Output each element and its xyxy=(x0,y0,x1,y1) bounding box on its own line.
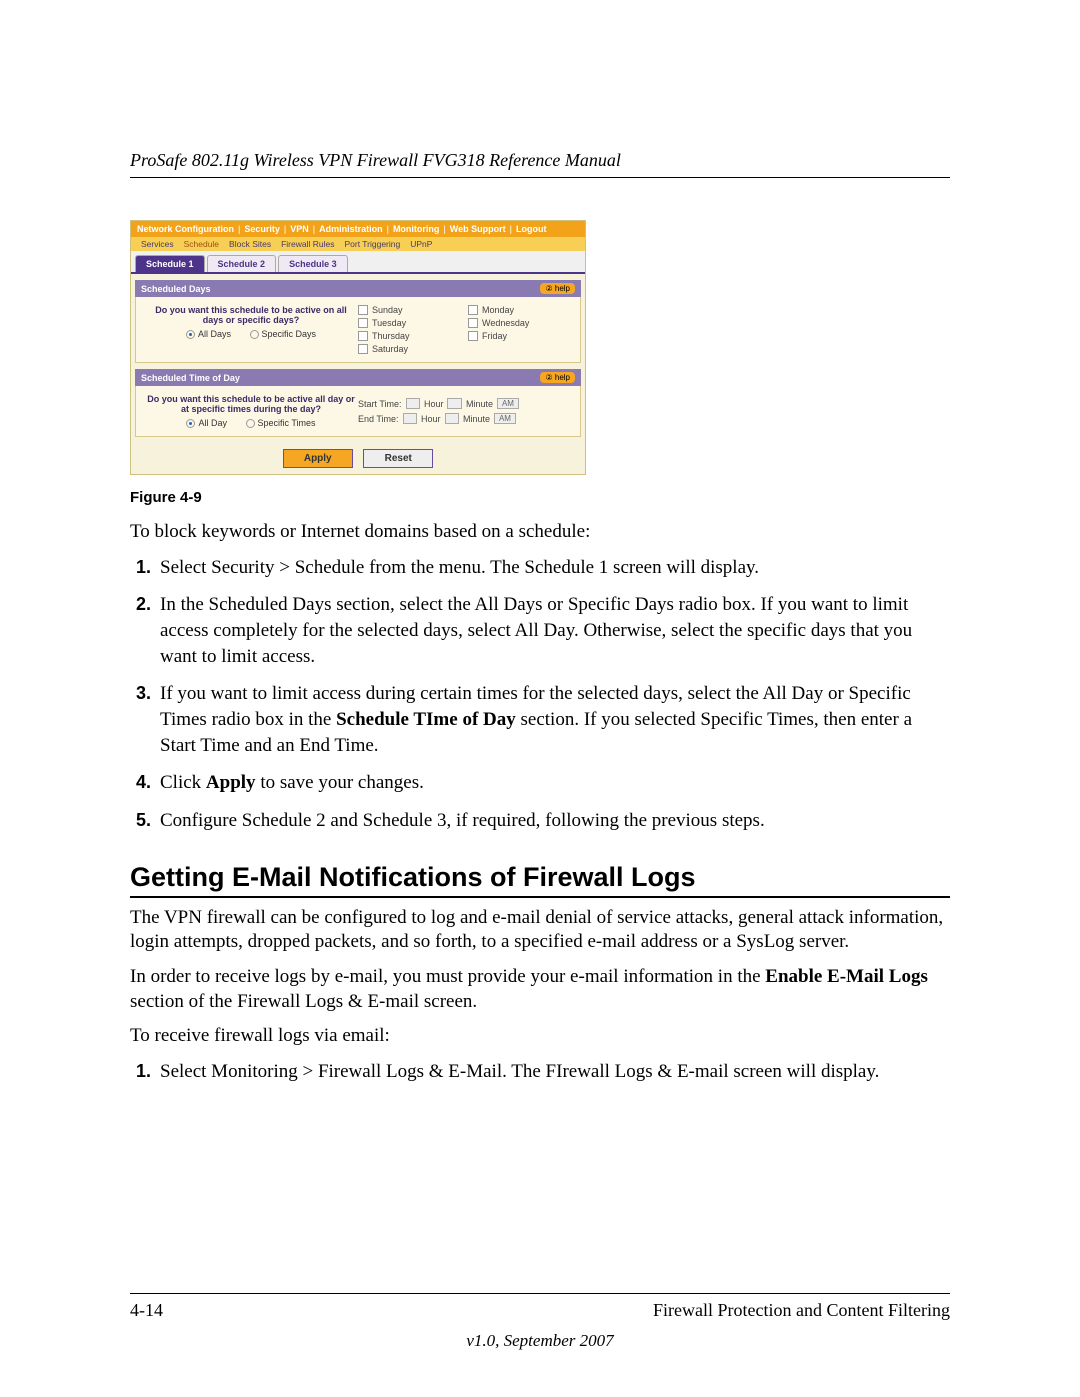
help-link-days[interactable]: ② help xyxy=(540,283,575,294)
email-para-1: The VPN firewall can be configured to lo… xyxy=(130,906,950,955)
nav-item-logout[interactable]: Logout xyxy=(516,224,547,234)
tab-schedule-3[interactable]: Schedule 3 xyxy=(278,255,348,272)
end-ampm-select[interactable]: AM xyxy=(494,413,516,424)
all-day-radio[interactable]: All Day xyxy=(186,418,227,428)
chk-monday[interactable]: Monday xyxy=(468,305,572,315)
step-5: Configure Schedule 2 and Schedule 3, if … xyxy=(156,808,950,834)
nav-item-network[interactable]: Network Configuration xyxy=(137,224,234,234)
tab-schedule-2[interactable]: Schedule 2 xyxy=(207,255,277,272)
subnav-upnp[interactable]: UPnP xyxy=(410,239,432,249)
end-hour-select[interactable] xyxy=(403,413,417,424)
help-link-time[interactable]: ② help xyxy=(540,372,575,383)
manual-page: ProSafe 802.11g Wireless VPN Firewall FV… xyxy=(0,0,1080,1397)
apply-button[interactable]: Apply xyxy=(283,449,353,468)
main-nav-bar: Network Configuration| Security| VPN| Ad… xyxy=(131,221,585,237)
time-question: Do you want this schedule to be active a… xyxy=(144,394,358,414)
scheduled-days-header: Scheduled Days ② help xyxy=(135,280,581,297)
step-4: Click Apply to save your changes. xyxy=(156,770,950,796)
subnav-firewall[interactable]: Firewall Rules xyxy=(281,239,334,249)
chapter-title: Firewall Protection and Content Filterin… xyxy=(653,1300,950,1321)
step-2: In the Scheduled Days section, select th… xyxy=(156,592,950,669)
specific-times-radio[interactable]: Specific Times xyxy=(246,418,316,428)
subnav-blocksites[interactable]: Block Sites xyxy=(229,239,271,249)
email-steps-list: Select Monitoring > Firewall Logs & E-Ma… xyxy=(130,1059,950,1085)
figure-caption: Figure 4-9 xyxy=(130,489,950,506)
email-para-3: To receive firewall logs via email: xyxy=(130,1024,950,1049)
email-para-2: In order to receive logs by e-mail, you … xyxy=(130,965,950,1014)
schedule-screenshot: Network Configuration| Security| VPN| Ad… xyxy=(130,220,586,475)
subnav-services[interactable]: Services xyxy=(141,239,174,249)
chk-tuesday[interactable]: Tuesday xyxy=(358,318,462,328)
subnav-porttrig[interactable]: Port Triggering xyxy=(344,239,400,249)
step-3: If you want to limit access during certa… xyxy=(156,681,950,758)
page-content: Network Configuration| Security| VPN| Ad… xyxy=(130,220,950,1097)
running-header-text: ProSafe 802.11g Wireless VPN Firewall FV… xyxy=(130,150,621,170)
chk-saturday[interactable]: Saturday xyxy=(358,344,462,354)
nav-item-monitoring[interactable]: Monitoring xyxy=(393,224,440,234)
button-row: Apply Reset xyxy=(131,443,585,474)
tab-schedule-1[interactable]: Schedule 1 xyxy=(135,255,205,272)
subnav-schedule[interactable]: Schedule xyxy=(184,239,219,249)
ui-body: Scheduled Days ② help Do you want this s… xyxy=(131,274,585,443)
scheduled-days-body: Do you want this schedule to be active o… xyxy=(135,297,581,363)
chk-friday[interactable]: Friday xyxy=(468,331,572,341)
chk-sunday[interactable]: Sunday xyxy=(358,305,462,315)
scheduled-time-body: Do you want this schedule to be active a… xyxy=(135,386,581,437)
chk-thursday[interactable]: Thursday xyxy=(358,331,462,341)
nav-item-vpn[interactable]: VPN xyxy=(290,224,309,234)
email-step-1: Select Monitoring > Firewall Logs & E-Ma… xyxy=(156,1059,950,1085)
sub-nav-bar: Services Schedule Block Sites Firewall R… xyxy=(131,237,585,251)
start-hour-select[interactable] xyxy=(406,398,420,409)
nav-item-admin[interactable]: Administration xyxy=(319,224,383,234)
scheduled-time-header: Scheduled Time of Day ② help xyxy=(135,369,581,386)
running-header: ProSafe 802.11g Wireless VPN Firewall FV… xyxy=(130,150,950,178)
schedule-tabs: Schedule 1 Schedule 2 Schedule 3 xyxy=(131,251,585,274)
start-minute-select[interactable] xyxy=(447,398,461,409)
page-number: 4-14 xyxy=(130,1300,163,1321)
nav-item-websupport[interactable]: Web Support xyxy=(450,224,506,234)
days-question: Do you want this schedule to be active o… xyxy=(144,305,358,325)
reset-button[interactable]: Reset xyxy=(363,449,433,468)
all-days-radio[interactable]: All Days xyxy=(186,329,231,339)
end-minute-select[interactable] xyxy=(445,413,459,424)
steps-list: Select Security > Schedule from the menu… xyxy=(130,555,950,834)
version-line: v1.0, September 2007 xyxy=(0,1331,1080,1351)
section-heading-email: Getting E-Mail Notifications of Firewall… xyxy=(130,862,950,898)
end-time-label: End Time: xyxy=(358,414,399,424)
scheduled-days-title: Scheduled Days xyxy=(141,284,211,294)
chk-wednesday[interactable]: Wednesday xyxy=(468,318,572,328)
start-ampm-select[interactable]: AM xyxy=(497,398,519,409)
specific-days-radio[interactable]: Specific Days xyxy=(250,329,317,339)
scheduled-time-title: Scheduled Time of Day xyxy=(141,373,240,383)
start-time-label: Start Time: xyxy=(358,399,402,409)
nav-item-security[interactable]: Security xyxy=(244,224,280,234)
page-footer: 4-14 Firewall Protection and Content Fil… xyxy=(130,1293,950,1321)
intro-paragraph: To block keywords or Internet domains ba… xyxy=(130,520,950,545)
step-1: Select Security > Schedule from the menu… xyxy=(156,555,950,581)
